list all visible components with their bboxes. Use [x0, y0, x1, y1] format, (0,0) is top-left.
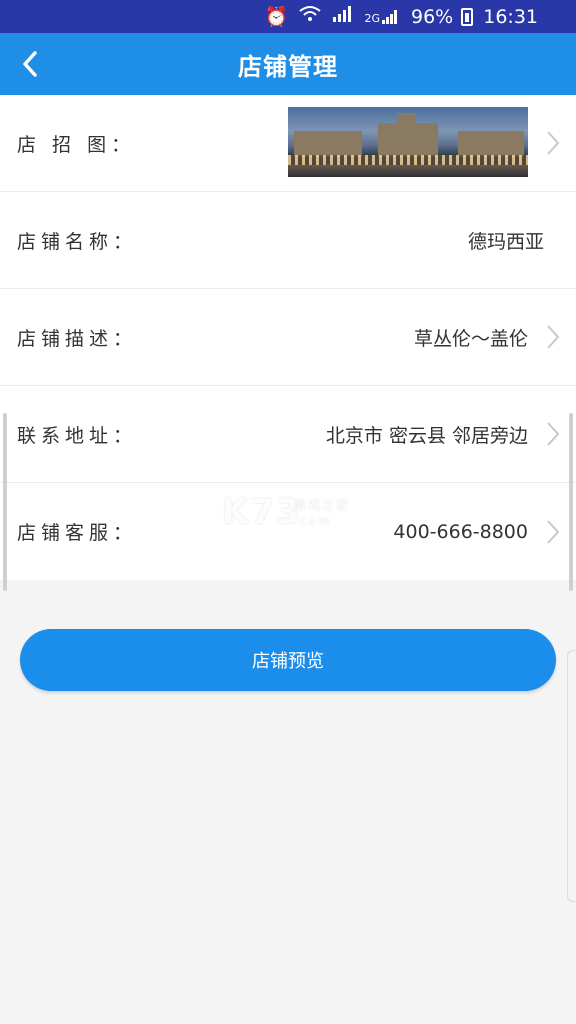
status-icons: ⏰ 2G [265, 5, 399, 28]
chevron-right-icon [547, 131, 560, 155]
store-preview-button[interactable]: 店铺预览 [20, 629, 556, 691]
customer-service-value: 400-666-8800 [393, 520, 528, 543]
row-label: 店铺名称： [17, 230, 138, 253]
store-banner-image [288, 107, 528, 177]
wifi-icon [298, 5, 322, 28]
signal-2g-icon: 2G [364, 9, 399, 25]
battery-percent: 96% [411, 5, 454, 28]
watermark-domain: .com [294, 514, 332, 528]
row-store-description[interactable]: 店铺描述： 草丛伦～盖伦 [0, 289, 576, 386]
alarm-icon: ⏰ [264, 6, 289, 28]
battery-icon [461, 7, 474, 26]
row-label: 店铺描述： [17, 327, 138, 350]
row-store-banner[interactable]: 店 招 图： [0, 95, 576, 192]
signal-icon [332, 5, 354, 28]
store-description-value: 草丛伦～盖伦 [413, 327, 528, 350]
nav-bar: 店铺管理 [0, 33, 576, 95]
row-label: 店 招 图： [17, 133, 136, 156]
watermark-logo: K73 游戏之家 .com [222, 492, 348, 532]
watermark-main: K73 [222, 492, 302, 532]
row-label: 联系地址： [17, 424, 138, 447]
scroll-indicator-left [3, 413, 7, 591]
chevron-right-icon [547, 325, 560, 349]
contact-address-value: 北京市 密云县 邻居旁边 [325, 424, 528, 447]
edge-panel-handle[interactable] [567, 650, 576, 902]
page-title: 店铺管理 [238, 52, 338, 81]
store-name-value: 德玛西亚 [467, 230, 544, 253]
chevron-left-icon [23, 51, 37, 77]
scroll-indicator-right [569, 413, 573, 591]
watermark-sub: 游戏之家 [294, 498, 351, 512]
row-label: 店铺客服： [17, 522, 138, 544]
back-button[interactable] [12, 46, 48, 82]
row-store-name[interactable]: 店铺名称： 德玛西亚 [0, 192, 576, 289]
chevron-right-icon [547, 422, 560, 446]
row-contact-address[interactable]: 联系地址： 北京市 密云县 邻居旁边 [0, 386, 576, 483]
status-time: 16:31 [483, 5, 538, 28]
status-bar: ⏰ 2G 96% 16:31 [0, 0, 576, 33]
chevron-right-icon [547, 519, 560, 544]
network-type-label: 2G [364, 11, 380, 25]
